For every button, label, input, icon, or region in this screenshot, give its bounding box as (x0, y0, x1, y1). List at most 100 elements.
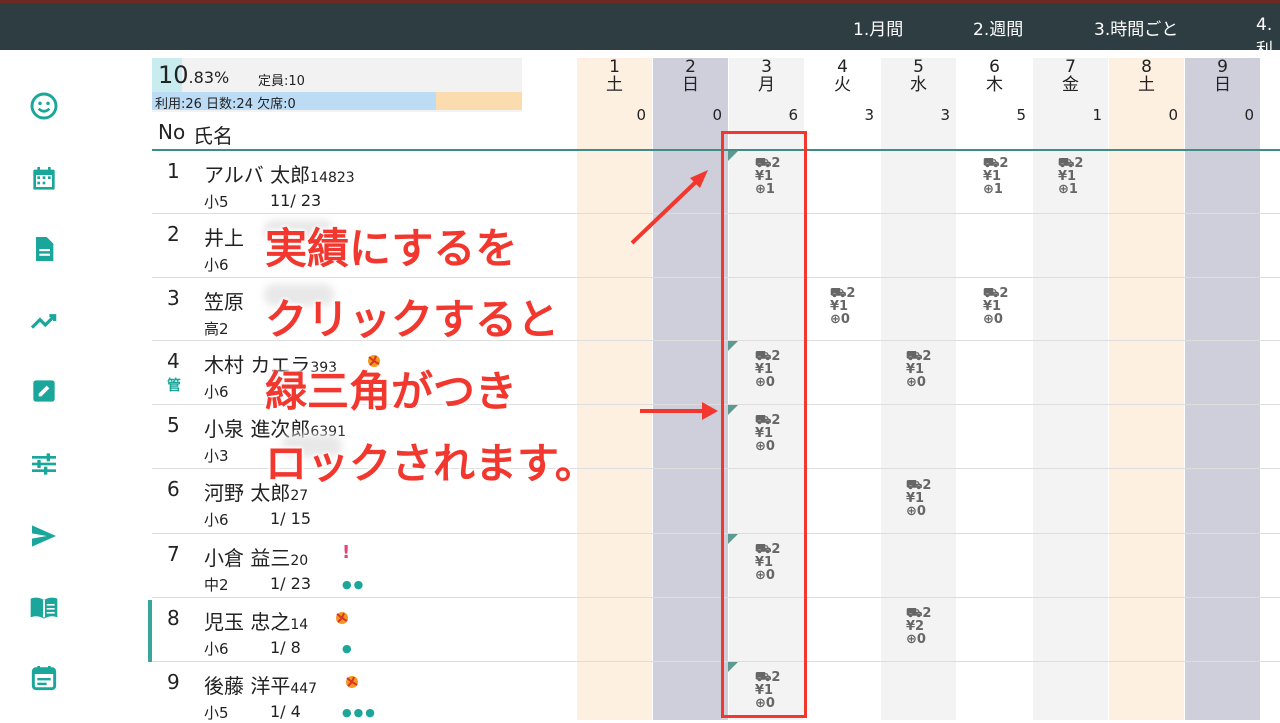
day-of-week: 木 (986, 75, 1003, 95)
calendar-icon[interactable] (28, 163, 60, 195)
day-count: 0 (1244, 106, 1254, 124)
day-header[interactable]: 1土 (577, 58, 652, 94)
occupancy-rate: 10.83% (158, 61, 229, 89)
day-header[interactable]: 6木 (957, 58, 1032, 94)
tab-monthly[interactable]: 1.月間 (853, 15, 903, 40)
student-name[interactable]: 後藤 洋平447 (204, 670, 317, 699)
tab-usage[interactable]: 4.利 (1256, 15, 1280, 60)
row-number: 9 (167, 670, 180, 694)
enrollment-date: 1/ 15 (270, 509, 312, 528)
grade: 中2 (204, 576, 229, 594)
day-of-week: 日 (682, 75, 699, 95)
student-name[interactable]: 小倉 益三20 (204, 542, 308, 571)
status-dots: ● (342, 642, 354, 655)
table-row[interactable]: 7 小倉 益三20 ! 中2 1/ 23 ●● (152, 534, 1280, 598)
remaining-bar (436, 92, 522, 110)
day-of-week: 火 (834, 75, 851, 95)
name-text: 井上 (204, 226, 244, 250)
table-row[interactable]: 8 児玉 忠之14 小6 1/ 8 ● (152, 598, 1280, 662)
schedule-cell[interactable]: ⛟2 ¥1 ⊕0 (906, 350, 936, 389)
column-header-name: 氏名 (193, 124, 233, 148)
row-number: 7 (167, 542, 180, 566)
schedule-cell[interactable]: ⛟2 ¥2 ⊕0 (906, 607, 936, 646)
grade: 小5 (204, 193, 229, 211)
annotation-line-4: ロックされます。 (265, 439, 597, 488)
schedule-cell[interactable]: ⛟2 ¥1 ⊕0 (830, 287, 860, 326)
row-number: 2 (167, 222, 180, 246)
day-header[interactable]: 5水 (881, 58, 956, 94)
student-name[interactable]: 井上 (204, 222, 244, 251)
manager-badge: 管 (167, 378, 181, 394)
schedule-cell[interactable]: ⛟2 ¥1 ⊕1 (1058, 157, 1088, 196)
grade: 高2 (204, 320, 229, 338)
table-row[interactable]: 9 後藤 洋平447 小5 1/ 4 ●●● (152, 662, 1280, 722)
usage-stats: 利用:26 日数:24 欠席:0 (155, 97, 296, 112)
document-icon[interactable] (28, 233, 60, 265)
day-header[interactable]: 2日 (653, 58, 728, 94)
day-header[interactable]: 3月 (729, 58, 804, 94)
trending-up-icon[interactable] (28, 305, 60, 337)
event-note-icon[interactable] (28, 662, 60, 694)
grade: 小6 (204, 511, 229, 529)
day-count: 0 (712, 106, 722, 124)
send-icon[interactable] (28, 520, 60, 552)
edit-icon[interactable] (28, 375, 60, 407)
rate-decimal: .83% (188, 68, 230, 87)
status-dots: ●●● (342, 706, 377, 719)
tab-weekly[interactable]: 2.週間 (973, 15, 1023, 40)
table-row[interactable]: 1 アルバ 太郎14823 小5 11/ 23 (152, 151, 1280, 214)
top-nav-bar: 1.月間 2.週間 3.時間ごと 4.利 (0, 0, 1280, 60)
annotation-line-1: 実績にするを (265, 224, 518, 273)
day-header[interactable]: 8土 (1109, 58, 1184, 94)
schedule-cell[interactable]: ⛟2 ¥1 ⊕0 (906, 479, 936, 518)
enrollment-date: 1/ 23 (270, 574, 312, 593)
day-of-week: 水 (910, 75, 927, 95)
alert-icon: ! (342, 542, 351, 563)
student-id: 20 (290, 553, 309, 569)
day-of-week: 金 (1062, 75, 1079, 95)
row-number: 4 (167, 349, 180, 373)
day-number: 3 (761, 57, 772, 77)
student-name[interactable]: 児玉 忠之14 (204, 606, 308, 635)
day-count: 1 (1092, 106, 1102, 124)
name-text: 笠原 (204, 290, 244, 314)
sidebar (0, 50, 90, 720)
highlight-box (721, 131, 807, 718)
capacity-label: 定員:10 (258, 74, 305, 89)
book-icon[interactable] (28, 592, 60, 624)
day-header[interactable]: 4火 (805, 58, 880, 94)
day-header[interactable]: 9日 (1185, 58, 1260, 94)
day-number: 6 (989, 57, 1000, 77)
day-number: 2 (685, 57, 696, 77)
day-number: 8 (1141, 57, 1152, 77)
row-number: 3 (167, 286, 180, 310)
row-number: 5 (167, 413, 180, 437)
student-name[interactable]: アルバ 太郎14823 (204, 159, 355, 188)
row-number: 8 (167, 606, 180, 630)
day-count: 3 (864, 106, 874, 124)
grade: 小6 (204, 383, 229, 401)
annotation-line-3: 緑三角がつき (265, 367, 518, 416)
day-number: 4 (837, 57, 848, 77)
day-number: 1 (609, 57, 620, 77)
grade: 小6 (204, 640, 229, 658)
student-id: 14823 (310, 170, 355, 186)
day-number: 9 (1217, 57, 1228, 77)
grade: 小3 (204, 447, 229, 465)
day-header[interactable]: 7金 (1033, 58, 1108, 94)
day-of-week: 土 (606, 75, 623, 95)
tab-hourly[interactable]: 3.時間ごと (1094, 15, 1178, 40)
day-number: 5 (913, 57, 924, 77)
student-name[interactable]: 笠原 (204, 286, 244, 315)
enrollment-date: 1/ 4 (270, 702, 301, 721)
occupancy-summary: 10.83% 定員:10 利用:26 日数:24 欠席:0 (152, 58, 522, 112)
candy-icon (336, 612, 348, 624)
schedule-cell[interactable]: ⛟2 ¥1 ⊕0 (983, 287, 1013, 326)
schedule-cell[interactable]: ⛟2 ¥1 ⊕1 (983, 157, 1013, 196)
day-of-week: 日 (1214, 75, 1231, 95)
face-icon[interactable] (28, 90, 60, 122)
row-number: 6 (167, 477, 180, 501)
day-count: 5 (1016, 106, 1026, 124)
day-count: 6 (788, 106, 798, 124)
sliders-icon[interactable] (28, 448, 60, 480)
